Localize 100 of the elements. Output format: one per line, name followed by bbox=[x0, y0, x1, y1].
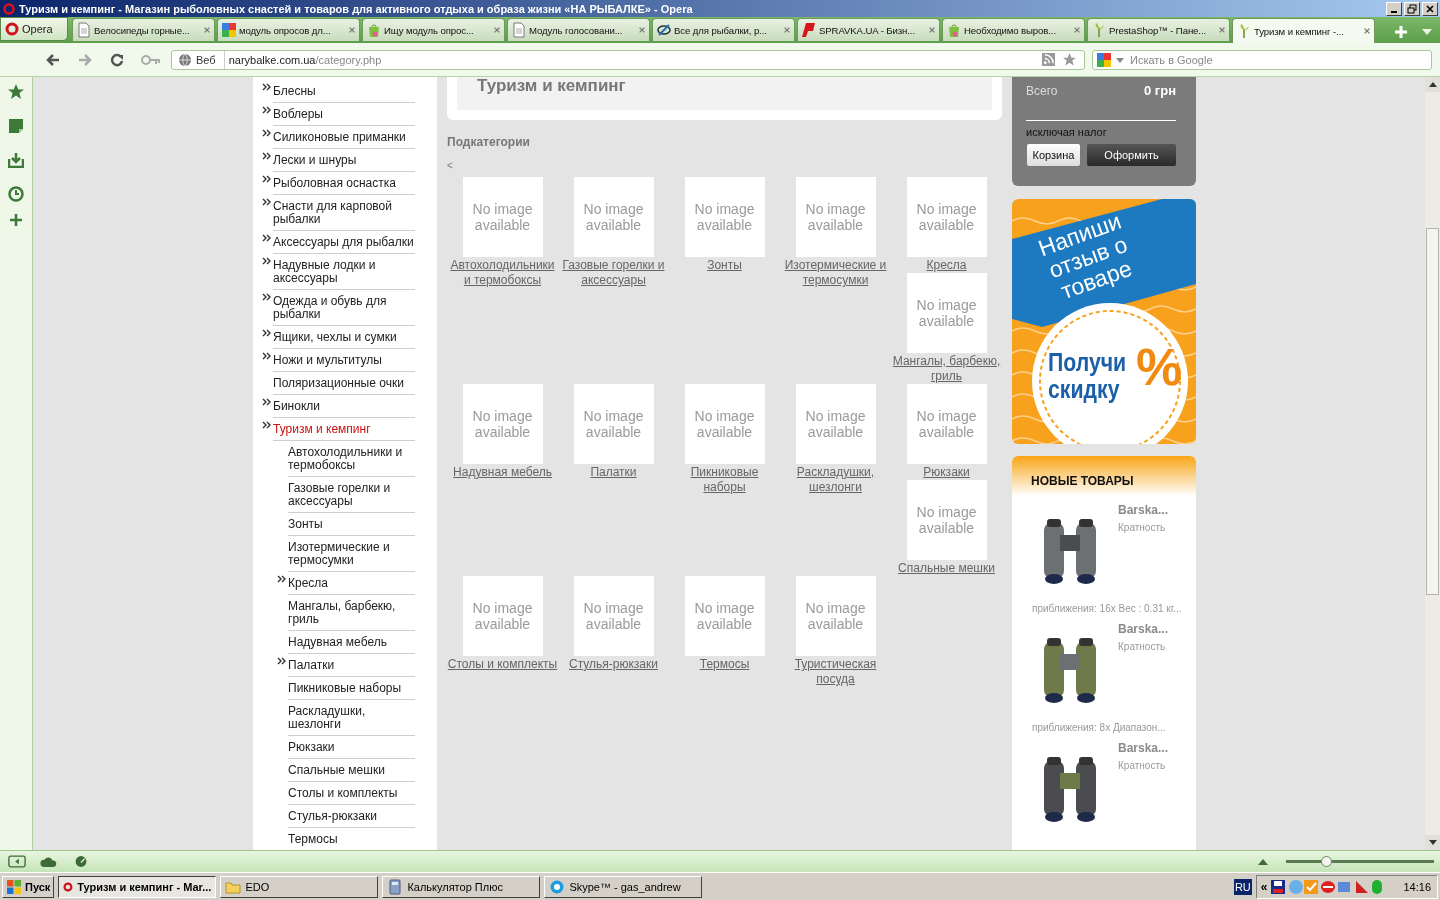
up-triangle-icon[interactable] bbox=[1258, 858, 1268, 865]
subcategory-link[interactable]: Палатки bbox=[558, 465, 669, 480]
subcategory-link[interactable]: Автохолодильники и термобоксы bbox=[447, 258, 558, 288]
reload-icon[interactable] bbox=[109, 51, 125, 68]
language-indicator[interactable]: RU bbox=[1233, 878, 1252, 895]
star-icon[interactable] bbox=[8, 84, 24, 100]
download-icon[interactable] bbox=[8, 152, 24, 168]
scrollbar[interactable] bbox=[1425, 77, 1440, 850]
subcategory-link[interactable]: Столы и комплекты bbox=[447, 657, 558, 672]
tray-toggle[interactable]: « bbox=[1260, 879, 1268, 894]
subcategory-link[interactable]: Изотермические и термосумки bbox=[288, 536, 415, 572]
subcategory-link[interactable]: Спальные мешки bbox=[891, 561, 1002, 576]
category-link[interactable]: Одежда и обувь для рыбалки bbox=[273, 290, 415, 326]
address-field[interactable]: Веб narybalke.com.ua/category.php bbox=[171, 49, 1085, 70]
subcategory-link[interactable]: Изотермические и термосумки bbox=[780, 258, 891, 288]
close-tab-icon[interactable] bbox=[783, 26, 791, 34]
subcategory-link[interactable]: Мангалы, барбекю, гриль bbox=[891, 354, 1002, 384]
browser-tab[interactable]: Модуль голосовани... bbox=[507, 18, 650, 41]
subcategory-link[interactable]: Палатки bbox=[288, 654, 415, 677]
category-link[interactable]: Бинокли bbox=[273, 395, 415, 418]
plus-icon[interactable] bbox=[10, 214, 22, 226]
banner-drawing[interactable] bbox=[1012, 199, 1196, 444]
subcategory-link[interactable]: Стулья-рюкзаки bbox=[288, 805, 415, 828]
chat-icon bbox=[549, 878, 566, 895]
restore-button[interactable] bbox=[1404, 1, 1420, 16]
subcategory-link[interactable]: Газовые горелки и аксессуары bbox=[558, 258, 669, 288]
subcategory-link[interactable]: Спальные мешки bbox=[288, 759, 415, 782]
checkout-button[interactable]: Оформить bbox=[1087, 144, 1176, 166]
category-link[interactable]: Силиконовые приманки bbox=[273, 126, 415, 149]
panel-toggle-icon[interactable] bbox=[8, 855, 26, 868]
browser-tab[interactable]: SPRAVKA.UA - Бизн... bbox=[797, 18, 940, 41]
up-arrow-icon[interactable] bbox=[1428, 82, 1437, 87]
category-link[interactable]: Поляризационные очки bbox=[273, 372, 415, 395]
menu-button[interactable]: Opera bbox=[0, 17, 68, 41]
category-link[interactable]: Ножи и мультитулы bbox=[273, 349, 415, 372]
subcategory-link[interactable]: Рюкзаки bbox=[891, 465, 1002, 480]
category-link[interactable]: Туризм и кемпинг bbox=[273, 418, 415, 441]
clock-icon[interactable] bbox=[8, 186, 24, 202]
subcategory-link[interactable]: Зонты bbox=[288, 513, 415, 536]
browser-tab[interactable]: PrestaShop™ - Пане... bbox=[1087, 18, 1230, 41]
close-tab-icon[interactable] bbox=[1073, 26, 1081, 34]
down-arrow-icon[interactable] bbox=[1428, 840, 1437, 845]
subcategory-link[interactable]: Пикниковые наборы bbox=[669, 465, 780, 495]
category-link[interactable]: Аксессуары для рыбалки bbox=[273, 231, 415, 254]
subcategory-link[interactable]: Рюкзаки bbox=[288, 736, 415, 759]
note-icon[interactable] bbox=[8, 118, 24, 134]
minimize-button[interactable] bbox=[1386, 1, 1402, 16]
subcategory-link[interactable]: Кресла bbox=[288, 572, 415, 595]
subcategory-link[interactable]: Столы и комплекты bbox=[288, 782, 415, 805]
category-link[interactable]: Лески и шнуры bbox=[273, 149, 415, 172]
search-field[interactable]: Искать в Google bbox=[1092, 49, 1432, 70]
browser-tab[interactable]: Велосипеды горные... bbox=[72, 18, 215, 41]
close-tab-icon[interactable] bbox=[493, 26, 501, 34]
subcategory-link[interactable]: Кресла bbox=[891, 258, 1002, 273]
browser-tab[interactable]: модуль опросов дл... bbox=[217, 18, 360, 41]
subcategory-link[interactable]: Автохолодильники и термобоксы bbox=[288, 441, 415, 477]
back-icon[interactable] bbox=[45, 51, 61, 68]
category-link[interactable]: Снасти для карповой рыбалки bbox=[273, 195, 415, 231]
back-link[interactable]: < bbox=[447, 160, 1003, 177]
taskbar-button[interactable]: Калькулятор Плюс bbox=[382, 875, 541, 898]
category-link[interactable]: Рыболовная оснастка bbox=[273, 172, 415, 195]
zoom-slider-thumb[interactable] bbox=[1320, 856, 1332, 867]
category-link[interactable]: Надувные лодки и аксессуары bbox=[273, 254, 415, 290]
close-tab-icon[interactable] bbox=[1218, 26, 1226, 34]
subcategory-link[interactable]: Стулья-рюкзаки bbox=[558, 657, 669, 672]
browser-tab[interactable]: Ищу модуль опрос... bbox=[362, 18, 505, 41]
windows-logo-icon bbox=[6, 878, 22, 895]
browser-tab[interactable]: Необходимо выров... bbox=[942, 18, 1085, 41]
subcategory-link[interactable]: Туристическая посуда bbox=[780, 657, 891, 687]
category-link[interactable]: Ящики, чехлы и сумки bbox=[273, 326, 415, 349]
browser-tab[interactable]: Все для рыбалки, р... bbox=[652, 18, 795, 41]
close-tab-icon[interactable] bbox=[203, 26, 211, 34]
category-link[interactable]: Воблеры bbox=[273, 103, 415, 126]
subcategory-link[interactable]: Газовые горелки и аксессуары bbox=[288, 477, 415, 513]
close-button[interactable] bbox=[1422, 1, 1438, 16]
cart-button[interactable]: Корзина bbox=[1027, 144, 1080, 166]
subcategory-link[interactable]: Зонты bbox=[669, 258, 780, 273]
subcategory-link[interactable]: Пикниковые наборы bbox=[288, 677, 415, 700]
swirl-icon bbox=[656, 22, 672, 38]
rss-icon[interactable] bbox=[1042, 53, 1055, 66]
subcategory-link[interactable]: Термосы bbox=[669, 657, 780, 672]
subcategory-link[interactable]: Мангалы, барбекю, гриль bbox=[288, 595, 415, 631]
taskbar-button[interactable]: Skype™ - gas_andrew bbox=[544, 875, 703, 898]
subcategory-link[interactable]: Надувная мебель bbox=[288, 631, 415, 654]
scroll-thumb[interactable] bbox=[1426, 228, 1439, 595]
subcategory-link[interactable]: Раскладушки, шезлонги bbox=[780, 465, 891, 495]
subcategory-link[interactable]: Надувная мебель bbox=[447, 465, 558, 480]
close-tab-icon[interactable] bbox=[1363, 27, 1371, 35]
browser-tab[interactable]: Туризм и кемпинг -... bbox=[1232, 18, 1375, 43]
restore-icon bbox=[1407, 3, 1417, 14]
close-tab-icon[interactable] bbox=[348, 26, 356, 34]
category-link[interactable]: Блесны bbox=[273, 80, 415, 103]
subcategory-link[interactable]: Раскладушки, шезлонги bbox=[288, 700, 415, 736]
taskbar-button[interactable]: Туризм и кемпинг - Mar... bbox=[58, 875, 217, 898]
start-button[interactable]: Пуск bbox=[2, 875, 55, 898]
close-tab-icon[interactable] bbox=[928, 26, 936, 34]
cloud-icon[interactable] bbox=[40, 855, 58, 868]
star-icon[interactable] bbox=[1063, 53, 1076, 66]
close-tab-icon[interactable] bbox=[638, 26, 646, 34]
taskbar-button[interactable]: EDO bbox=[220, 875, 379, 898]
